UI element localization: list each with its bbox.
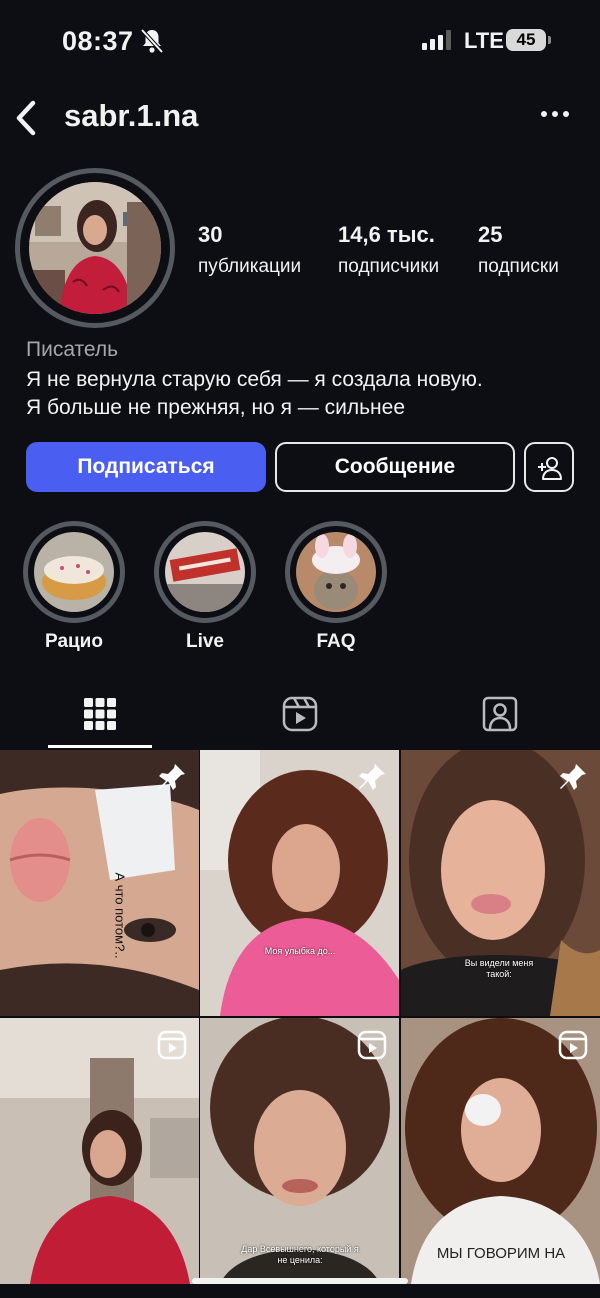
add-person-icon (538, 457, 562, 480)
stat-posts-value: 30 (198, 222, 223, 247)
tab-posts[interactable] (0, 684, 200, 746)
highlight-label: Рацио (45, 631, 103, 652)
highlight-label: FAQ (316, 631, 356, 652)
cellular-signal-icon (422, 30, 451, 50)
post-caption: Дар Всевышнего, который я не ценила: (241, 1244, 359, 1265)
profile-username: sabr.1.na (64, 98, 199, 133)
grid-icon (84, 698, 116, 730)
stat-posts-label: публикации (198, 256, 302, 277)
post-caption: А что потом?.. (112, 872, 128, 959)
highlight-story[interactable]: FAQ (284, 521, 388, 653)
highlight-cover (165, 532, 245, 612)
tab-reels[interactable] (200, 684, 400, 746)
grid-post[interactable]: А что потом?.. (0, 750, 199, 1016)
follow-button[interactable]: Подписаться (26, 442, 266, 492)
stat-following-value: 25 (478, 222, 503, 247)
profile-header: sabr.1.na (0, 94, 600, 144)
post-caption: Вы видели меня такой: (464, 958, 534, 979)
reel-icon (357, 1030, 387, 1060)
stat-following[interactable]: 25 подписки (478, 222, 559, 278)
highlight-ring (23, 521, 125, 623)
highlight-story[interactable]: Live (153, 521, 257, 653)
bio-line: Я не вернула старую себя — я создала нов… (26, 368, 483, 391)
reel-icon (157, 1030, 187, 1060)
highlight-story[interactable]: Рацио (22, 521, 126, 653)
message-button[interactable]: Сообщение (275, 442, 515, 492)
highlight-ring (285, 521, 387, 623)
grid-post[interactable] (0, 1018, 199, 1284)
highlight-label: Live (185, 631, 225, 652)
bio-line: Я больше не прежняя, но я — сильнее (26, 396, 405, 419)
stat-followers[interactable]: 14,6 тыс. подписчики (338, 222, 439, 278)
profile-tabs (0, 684, 600, 750)
chevron-left-icon[interactable] (14, 100, 38, 136)
highlight-ring (154, 521, 256, 623)
tab-tagged[interactable] (400, 684, 600, 746)
post-caption: МЫ ГОВОРИМ НА (436, 1245, 566, 1262)
network-label: LTE (464, 28, 504, 53)
reel-icon (558, 1030, 588, 1060)
stat-following-label: подписки (478, 256, 559, 277)
stat-followers-value: 14,6 тыс. (338, 222, 435, 247)
pin-icon (560, 764, 586, 790)
avatar (29, 182, 161, 314)
post-caption: Моя улыбка до... (264, 946, 336, 956)
stat-posts[interactable]: 30 публикации (198, 222, 301, 278)
highlight-cover (34, 532, 114, 612)
active-tab-indicator (48, 745, 152, 748)
status-bar: 08:37 LTE 45 (0, 0, 600, 82)
grid-post[interactable]: Вы видели меня такой: (401, 750, 600, 1016)
grid-post[interactable]: Моя улыбка до... (200, 750, 399, 1016)
battery-icon: 45 (506, 28, 551, 52)
ellipsis-icon[interactable] (540, 108, 570, 120)
reels-icon (282, 696, 318, 732)
battery-level: 45 (506, 29, 546, 51)
grid-post[interactable]: Дар Всевышнего, который я не ценила: (200, 1018, 399, 1284)
home-indicator[interactable] (192, 1278, 408, 1284)
avatar-ring[interactable] (15, 168, 175, 328)
tagged-person-icon (482, 696, 518, 732)
highlight-cover (296, 532, 376, 612)
status-time: 08:37 (62, 26, 134, 56)
bio-category: Писатель (26, 338, 119, 361)
battery-tip (548, 36, 551, 44)
pin-icon (159, 764, 185, 790)
pin-icon (359, 764, 385, 790)
avatar-photo (29, 182, 161, 314)
suggested-users-button[interactable] (524, 442, 574, 492)
bell-slash-icon (140, 28, 164, 54)
stat-followers-label: подписчики (338, 256, 440, 277)
grid-post[interactable]: МЫ ГОВОРИМ НА (401, 1018, 600, 1284)
